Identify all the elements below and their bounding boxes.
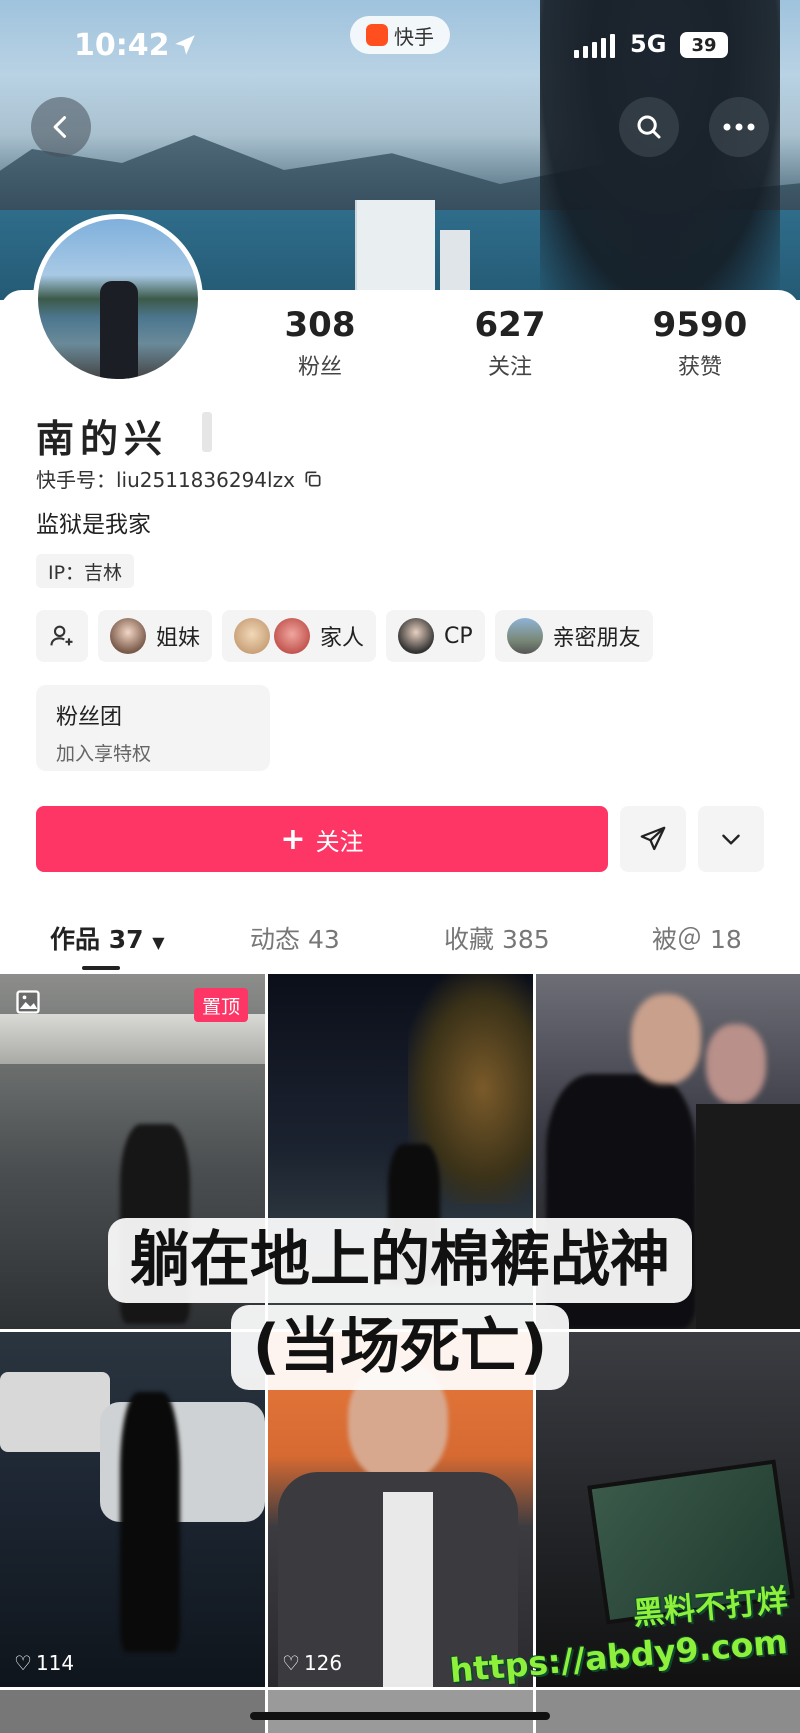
stat-label: 关注 [487, 355, 532, 380]
location-arrow-icon [175, 35, 195, 55]
network-type: 5G [630, 30, 667, 58]
kuaishou-logo-icon [366, 24, 388, 46]
relation-cp[interactable]: CP [386, 610, 485, 662]
thumbnail-shirt [383, 1492, 433, 1687]
thumbnail-face [706, 1024, 766, 1104]
avatar-figure [100, 281, 138, 379]
relation-family[interactable]: 家人 [222, 610, 377, 662]
battery-indicator: 39 [680, 32, 728, 58]
like-value: 126 [303, 1651, 343, 1675]
expand-button[interactable] [698, 806, 764, 872]
stat-value: 627 [474, 305, 546, 345]
overlay-caption: 躺在地上的棉裤战神 (当场死亡) [0, 1218, 800, 1390]
relation-label: CP [444, 623, 473, 649]
kuaishou-id: 快手号：liu2511836294lzx [36, 464, 323, 493]
add-user-icon [50, 625, 73, 646]
stat-following[interactable]: 627 关注 [430, 305, 590, 381]
fan-club-title: 粉丝团 [56, 705, 123, 730]
tab-label: 作品 37 [50, 925, 144, 954]
more-button[interactable] [709, 97, 769, 157]
pinned-badge: 置顶 [194, 988, 249, 1022]
profile-stats: 308 粉丝 627 关注 9590 获赞 [240, 305, 780, 381]
caption-line-1: 躺在地上的棉裤战神 [108, 1218, 692, 1303]
name-badge-mark [202, 412, 212, 452]
content-tabs: 作品 37 ▼ 动态 43 收藏 385 被＠ 18 [0, 920, 800, 970]
tab-moments[interactable]: 动态 43 [250, 920, 340, 956]
relation-label: 亲密朋友 [552, 626, 641, 651]
profile-name: 南的兴 [36, 417, 169, 461]
copy-icon[interactable] [303, 469, 323, 489]
like-count: ♡ 126 [282, 1651, 342, 1675]
stat-value: 308 [284, 305, 356, 345]
status-time: 10:42 [74, 28, 170, 63]
caret-down-icon: ▼ [152, 933, 165, 952]
image-icon [16, 990, 40, 1014]
back-button[interactable] [31, 97, 91, 157]
stat-label: 获赞 [677, 355, 722, 380]
relation-close-friends[interactable]: 亲密朋友 [494, 610, 653, 662]
fan-club-card[interactable]: 粉丝团 加入享特权 [36, 685, 270, 771]
avatar[interactable] [33, 214, 203, 384]
kuaishou-id-text: 快手号：liu2511836294lzx [36, 468, 295, 492]
tab-favorites[interactable]: 收藏 385 [444, 920, 550, 956]
plus-icon: + [280, 821, 306, 857]
tab-active-indicator [82, 966, 120, 970]
app-name: 快手 [394, 24, 434, 49]
heart-icon: ♡ [14, 1651, 32, 1675]
ip-location-tag: IP：吉林 [36, 554, 135, 588]
add-relation-button[interactable] [36, 610, 88, 662]
thumbnail-face [631, 994, 701, 1084]
search-icon [637, 115, 661, 139]
chevron-left-icon [53, 116, 67, 138]
profile-bio: 监狱是我家 [36, 512, 151, 538]
tab-works[interactable]: 作品 37 ▼ [50, 920, 165, 956]
stat-likes[interactable]: 9590 获赞 [620, 305, 780, 381]
follow-button[interactable]: + 关注 [36, 806, 608, 872]
app-badge: 快手 [350, 16, 450, 54]
relation-label: 家人 [320, 626, 365, 651]
home-indicator[interactable] [250, 1712, 550, 1720]
message-button[interactable] [620, 806, 686, 872]
stat-value: 9590 [652, 305, 748, 345]
profile-page: 10:42 快手 5G 39 308 粉丝 627 关注 9590 获赞 南的兴… [0, 0, 800, 1733]
thumbnail-figure [120, 1392, 180, 1652]
video-thumbnail[interactable] [536, 1690, 800, 1733]
fan-club-subtitle: 加入享特权 [56, 743, 152, 765]
banner-building-small [440, 230, 470, 290]
relation-label: 姐妹 [156, 626, 201, 651]
heart-icon: ♡ [282, 1651, 300, 1675]
relation-avatar [274, 618, 311, 654]
relation-avatar [110, 618, 146, 654]
tab-mentions[interactable]: 被＠ 18 [652, 920, 742, 956]
signal-icon [574, 34, 615, 58]
video-thumbnail[interactable] [0, 1690, 265, 1733]
chevron-down-icon [722, 834, 740, 845]
more-dots-icon [723, 123, 755, 131]
banner-building [355, 200, 435, 290]
relations-row: 姐妹 家人 CP 亲密朋友 [36, 610, 653, 662]
search-button[interactable] [619, 97, 679, 157]
relation-avatar [398, 618, 435, 654]
caption-line-2: (当场死亡) [230, 1305, 570, 1390]
relation-sisters[interactable]: 姐妹 [98, 610, 213, 662]
relation-avatar [234, 618, 271, 654]
stat-label: 粉丝 [297, 355, 342, 380]
stat-fans[interactable]: 308 粉丝 [240, 305, 400, 381]
like-count: ♡ 114 [14, 1651, 74, 1675]
watermark: 黑料不打烊 https://abdy9.com [438, 1583, 789, 1690]
relation-avatar [506, 618, 543, 654]
send-icon [640, 826, 666, 851]
follow-label: 关注 [315, 827, 364, 856]
like-value: 114 [35, 1651, 75, 1675]
